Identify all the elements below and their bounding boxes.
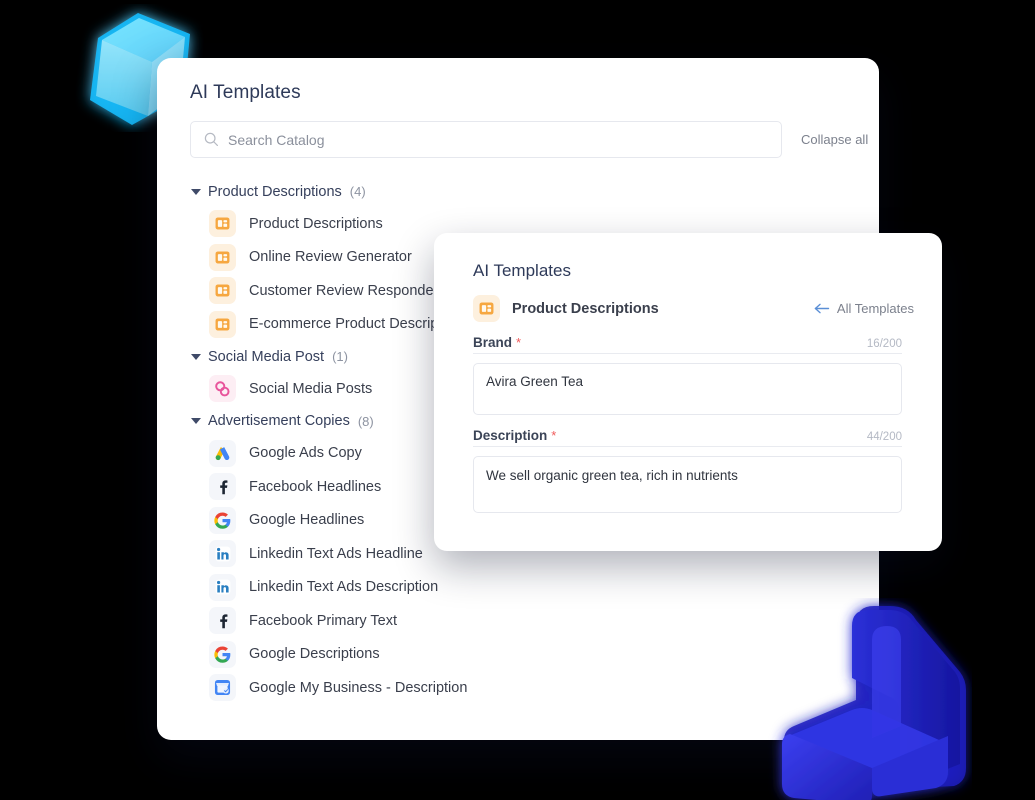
- template-group-count: (4): [349, 184, 366, 199]
- google-icon: [209, 506, 236, 534]
- template-item-label: Google Headlines: [249, 512, 365, 529]
- description-char-counter: 44/200: [866, 431, 902, 443]
- template-list-item[interactable]: Facebook Primary Text: [157, 604, 879, 638]
- caret-down-icon[interactable]: [191, 188, 201, 195]
- product-description-icon: [209, 277, 236, 305]
- all-templates-back-link[interactable]: All Templates: [814, 301, 914, 316]
- template-item-label: Product Descriptions: [249, 215, 383, 232]
- social-media-icon: [209, 375, 236, 403]
- required-marker: *: [516, 335, 522, 350]
- detail-template-name: Product Descriptions: [512, 300, 659, 317]
- screen: AI Templates Collapse all Product Descri…: [0, 0, 1035, 800]
- description-input[interactable]: [473, 456, 902, 513]
- arrow-left-icon: [814, 303, 830, 314]
- template-item-label: Google Descriptions: [249, 646, 380, 663]
- template-item-label: Online Review Generator: [249, 249, 412, 266]
- template-group-name: Advertisement Copies: [208, 413, 350, 429]
- template-group-name: Product Descriptions: [208, 183, 342, 200]
- description-field-label: Description: [473, 428, 548, 443]
- template-list-item[interactable]: Google My Business - Description: [157, 671, 879, 705]
- product-description-icon: [209, 210, 236, 238]
- facebook-icon: [209, 607, 236, 635]
- search-icon: [204, 132, 219, 147]
- linkedin-icon: [209, 573, 236, 601]
- detail-title: AI Templates: [473, 261, 571, 280]
- description-field-row: Description * 44/200: [473, 428, 902, 447]
- google-icon: [209, 640, 236, 668]
- template-group-header[interactable]: Product Descriptions (4): [157, 176, 879, 207]
- template-group-name: Social Media Post: [208, 348, 325, 365]
- google-ads-icon: [209, 439, 236, 467]
- template-item-label: E-commerce Product Descrip: [249, 316, 439, 333]
- template-list-item[interactable]: Linkedin Text Ads Description: [157, 571, 879, 605]
- page-title: AI Templates: [190, 82, 301, 103]
- product-description-icon: [209, 310, 236, 338]
- brand-field-label: Brand: [473, 335, 513, 350]
- template-item-label: Linkedin Text Ads Headline: [249, 545, 423, 562]
- all-templates-label: All Templates: [836, 301, 914, 316]
- brand-field-block: Brand * 16/200: [434, 322, 942, 415]
- product-description-icon: [473, 295, 500, 322]
- template-item-label: Linkedin Text Ads Description: [249, 579, 439, 596]
- template-group-count: (1): [332, 349, 348, 364]
- search-input-wrapper[interactable]: [190, 121, 782, 158]
- template-item-label: Google My Business - Description: [249, 679, 468, 696]
- template-item-label: Facebook Headlines: [249, 478, 382, 495]
- detail-template-header: Product Descriptions All Templates: [434, 281, 942, 322]
- search-input[interactable]: [228, 122, 781, 157]
- facebook-icon: [209, 473, 236, 501]
- template-item-label: Customer Review Responder: [249, 282, 439, 299]
- description-field-block: Description * 44/200: [434, 415, 942, 513]
- brand-field-row: Brand * 16/200: [473, 335, 902, 354]
- required-marker: *: [551, 428, 557, 443]
- search-row: Collapse all: [157, 104, 879, 158]
- product-description-icon: [209, 243, 236, 271]
- template-item-label: Google Ads Copy: [249, 445, 362, 462]
- brand-input[interactable]: [473, 363, 902, 415]
- template-item-label: Facebook Primary Text: [249, 612, 398, 629]
- template-detail-card: AI Templates Product Descriptions All Te…: [434, 233, 942, 551]
- linkedin-icon: [209, 540, 236, 568]
- template-item-label: Social Media Posts: [249, 380, 373, 397]
- caret-down-icon[interactable]: [191, 418, 201, 424]
- template-group-count: (8): [357, 413, 374, 429]
- google-my-business-icon: [209, 674, 236, 702]
- collapse-all-button[interactable]: Collapse all: [801, 132, 868, 147]
- brand-char-counter: 16/200: [866, 338, 902, 350]
- caret-down-icon[interactable]: [191, 353, 201, 360]
- template-list-item[interactable]: Google Descriptions: [157, 638, 879, 672]
